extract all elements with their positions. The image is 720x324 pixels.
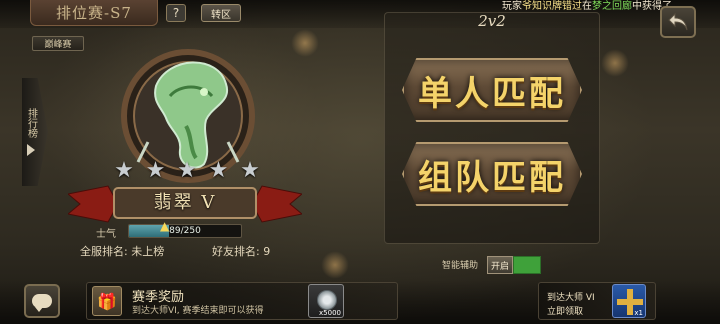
ticker-player: 爷知识牌错过: [522, 1, 582, 12]
flame-marker-icon: ▲: [160, 219, 170, 233]
season-reward-desc: 到达大师VI, 赛季结束即可以获得: [132, 306, 264, 316]
light-spark: [320, 250, 350, 280]
smart-assist-label: 智能辅助: [442, 261, 479, 271]
morale-value: 89/250: [169, 226, 201, 236]
rank-name: 翡翠 V: [153, 192, 217, 213]
season-title: 排位赛-S7: [30, 0, 158, 26]
reward-item-coin[interactable]: x5000: [308, 284, 344, 318]
claim-now-label: 立即领取: [547, 307, 584, 317]
team-match-button[interactable]: 组队匹配: [402, 142, 582, 206]
solo-match-label: 单人匹配: [418, 73, 566, 114]
master-gift-qty: x1: [634, 309, 643, 317]
back-button[interactable]: [660, 6, 696, 38]
toggle-knob: [513, 256, 541, 274]
ticker-location: 梦之回廊: [592, 1, 632, 12]
rank-stars: ★ ★ ★ ★ ★: [112, 160, 262, 182]
ticker-prefix: 玩家: [502, 1, 522, 12]
star-icon: ★: [240, 158, 260, 183]
morale-label: 士气: [96, 229, 116, 240]
gift-ribbon: [617, 299, 643, 305]
coin-icon: [317, 290, 337, 310]
star-icon: ★: [177, 158, 197, 183]
back-arrow-icon: [668, 12, 688, 31]
match-mode-label: 2v2: [478, 12, 506, 30]
star-icon: ★: [145, 158, 166, 183]
arrow-right-icon: [27, 144, 35, 156]
ticker-mid: 在: [582, 1, 592, 12]
match-panel: [384, 12, 600, 244]
morale-progress-bar: 89/250: [128, 224, 242, 238]
star-icon: ★: [114, 158, 134, 183]
chat-bubble-icon: [32, 294, 52, 312]
help-button[interactable]: ?: [166, 4, 186, 22]
server-rank: 全服排名: 未上榜: [80, 245, 165, 258]
transfer-button[interactable]: 转区: [201, 4, 241, 22]
friend-rank: 好友排名: 9: [212, 245, 271, 258]
chat-button[interactable]: [24, 284, 60, 318]
star-icon: ★: [208, 158, 229, 183]
gift-icon: 🎁: [92, 286, 122, 316]
light-spark: [290, 28, 320, 58]
solo-match-button[interactable]: 单人匹配: [402, 58, 582, 122]
smart-assist-toggle[interactable]: 开启: [487, 256, 541, 274]
reward-qty: x5000: [319, 309, 341, 317]
leaderboard-label: 排行榜: [25, 108, 37, 138]
master-reward-title: 到达大师 VI: [547, 293, 595, 303]
blue-gift-box-icon[interactable]: x1: [612, 284, 646, 318]
light-spark: [600, 48, 630, 78]
peak-match-button[interactable]: 巅峰赛: [32, 36, 84, 51]
smart-assist-state: 开启: [487, 256, 513, 274]
team-match-label: 组队匹配: [418, 157, 566, 198]
